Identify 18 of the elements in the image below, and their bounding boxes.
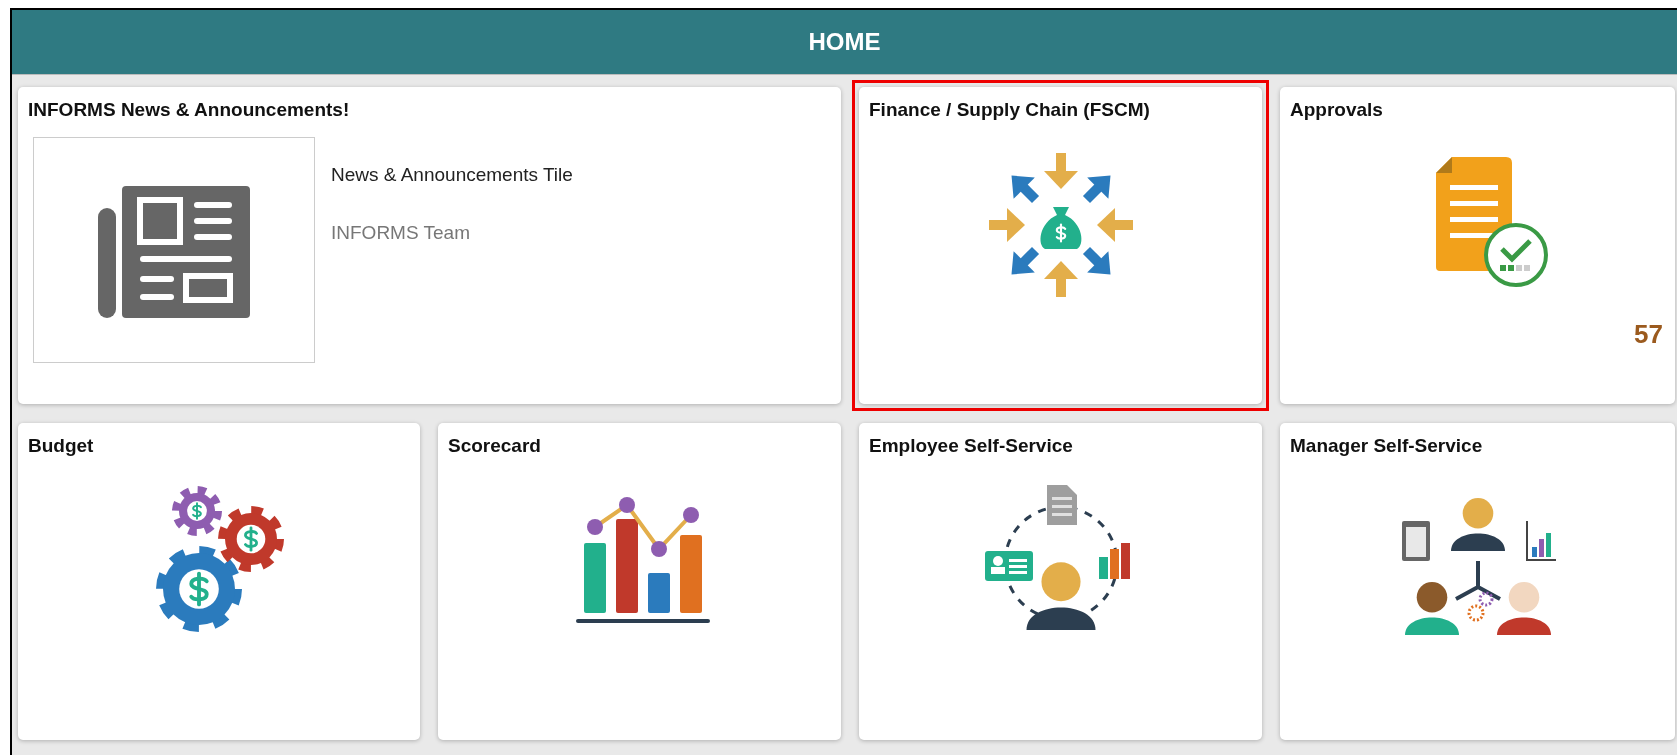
tile-title: INFORMS News & Announcements! (28, 99, 350, 120)
tile-title: Approvals (1290, 99, 1383, 120)
tile-card[interactable]: Finance / Supply Chain (FSCM) (859, 87, 1262, 404)
tile-title: Manager Self-Service (1290, 435, 1483, 456)
news-headline[interactable]: News & Announcements Tile (331, 160, 573, 189)
tile-card[interactable]: Budget (18, 423, 420, 740)
tile-card[interactable]: Manager Self-Service (1280, 423, 1675, 740)
tile-title: Budget (28, 435, 94, 456)
news-author: INFORMS Team (331, 221, 471, 245)
tile-card[interactable]: Approvals 57 (1280, 87, 1675, 404)
tile-card[interactable]: INFORMS News & Announcements! News & Announcements Tile INFORMS Team (18, 87, 841, 404)
page-title: HOME (808, 27, 881, 57)
tile-title: Employee Self-Service (869, 435, 1073, 456)
tile-title: Scorecard (448, 435, 541, 456)
pending-count: 57 (1634, 318, 1663, 351)
tile-card[interactable]: Employee Self-Service (859, 423, 1262, 740)
tile-card[interactable]: Scorecard (438, 423, 841, 740)
tile-title: Finance / Supply Chain (FSCM) (869, 99, 1150, 120)
